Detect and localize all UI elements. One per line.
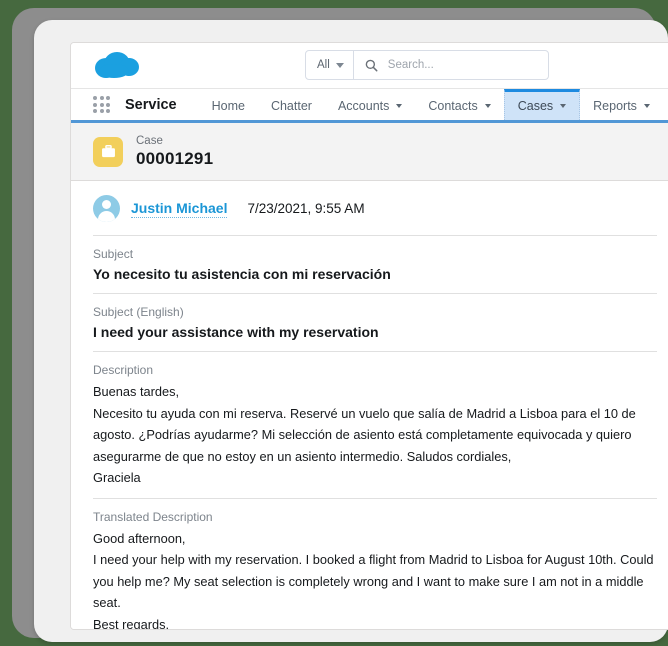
field-description: Description Buenas tardes, Necesito tu ay… bbox=[93, 352, 657, 499]
app-name-label: Service bbox=[125, 96, 177, 113]
field-subject: Subject Yo necesito tu asistencia con mi… bbox=[93, 236, 657, 294]
search-icon bbox=[365, 59, 378, 72]
record-number: 00001291 bbox=[136, 149, 214, 168]
record-author-link[interactable]: Justin Michael bbox=[131, 199, 228, 218]
chevron-down-icon[interactable] bbox=[560, 104, 567, 108]
record-body: Justin Michael 7/23/2021, 9:55 AM Subjec… bbox=[71, 181, 668, 630]
field-value: Yo necesito tu asistencia con mi reserva… bbox=[93, 266, 391, 282]
salesforce-app-panel: All Search... Service Home Chatter Accou… bbox=[70, 42, 668, 630]
field-label: Translated Description bbox=[93, 509, 213, 524]
record-timestamp: 7/23/2021, 9:55 AM bbox=[247, 201, 365, 216]
nav-tab-chatter[interactable]: Chatter bbox=[258, 89, 325, 120]
salesforce-cloud-logo[interactable] bbox=[93, 51, 141, 81]
field-subject-english: Subject (English) I need your assistance… bbox=[93, 294, 657, 352]
navigation-bar: Service Home Chatter Accounts Contacts C… bbox=[71, 89, 668, 123]
field-translated-description: Translated Description Good afternoon, I … bbox=[93, 499, 657, 630]
record-type-label: Case bbox=[136, 135, 163, 147]
chevron-down-icon bbox=[335, 62, 344, 68]
nav-tab-reports[interactable]: Reports bbox=[580, 89, 663, 120]
global-search-input[interactable]: Search... bbox=[388, 59, 434, 71]
field-value: Good afternoon, I need your help with my … bbox=[93, 530, 654, 630]
chevron-down-icon[interactable] bbox=[484, 104, 491, 108]
field-label: Subject bbox=[93, 247, 134, 261]
device-outer-frame: All Search... Service Home Chatter Accou… bbox=[12, 8, 668, 642]
search-scope-select[interactable]: All bbox=[306, 51, 354, 79]
record-meta: Case 00001291 bbox=[136, 134, 213, 169]
search-scope-label: All bbox=[317, 59, 330, 71]
chevron-down-icon[interactable] bbox=[643, 104, 650, 108]
chevron-down-icon[interactable] bbox=[396, 104, 403, 108]
record-author-row: Justin Michael 7/23/2021, 9:55 AM bbox=[93, 181, 657, 236]
nav-tab-home[interactable]: Home bbox=[199, 89, 258, 120]
nav-tab-label: Home bbox=[211, 99, 245, 113]
nav-tab-label: Reports bbox=[593, 99, 637, 113]
global-search-bar[interactable]: All Search... bbox=[305, 50, 549, 80]
nav-tab-label: Accounts bbox=[337, 99, 390, 113]
record-header: Case 00001291 bbox=[71, 123, 668, 181]
field-value: Buenas tardes, Necesito tu ayuda con mi r… bbox=[93, 384, 636, 485]
device-inner-frame: All Search... Service Home Chatter Accou… bbox=[34, 20, 668, 642]
nav-tab-contacts[interactable]: Contacts bbox=[415, 89, 503, 120]
field-value: I need your assistance with my reservati… bbox=[93, 324, 379, 340]
global-header: All Search... bbox=[71, 43, 668, 89]
user-avatar-icon bbox=[93, 195, 120, 222]
nav-tab-cases[interactable]: Cases bbox=[503, 89, 581, 120]
briefcase-case-icon bbox=[93, 136, 123, 167]
nav-tab-label: Cases bbox=[517, 99, 554, 113]
nav-tab-label: Contacts bbox=[428, 99, 478, 113]
field-label: Subject (English) bbox=[93, 305, 184, 319]
nav-tab-label: Chatter bbox=[270, 99, 312, 113]
app-launcher-grid-icon[interactable] bbox=[93, 96, 110, 113]
field-label: Description bbox=[93, 363, 154, 377]
nav-tab-accounts[interactable]: Accounts bbox=[325, 89, 415, 120]
